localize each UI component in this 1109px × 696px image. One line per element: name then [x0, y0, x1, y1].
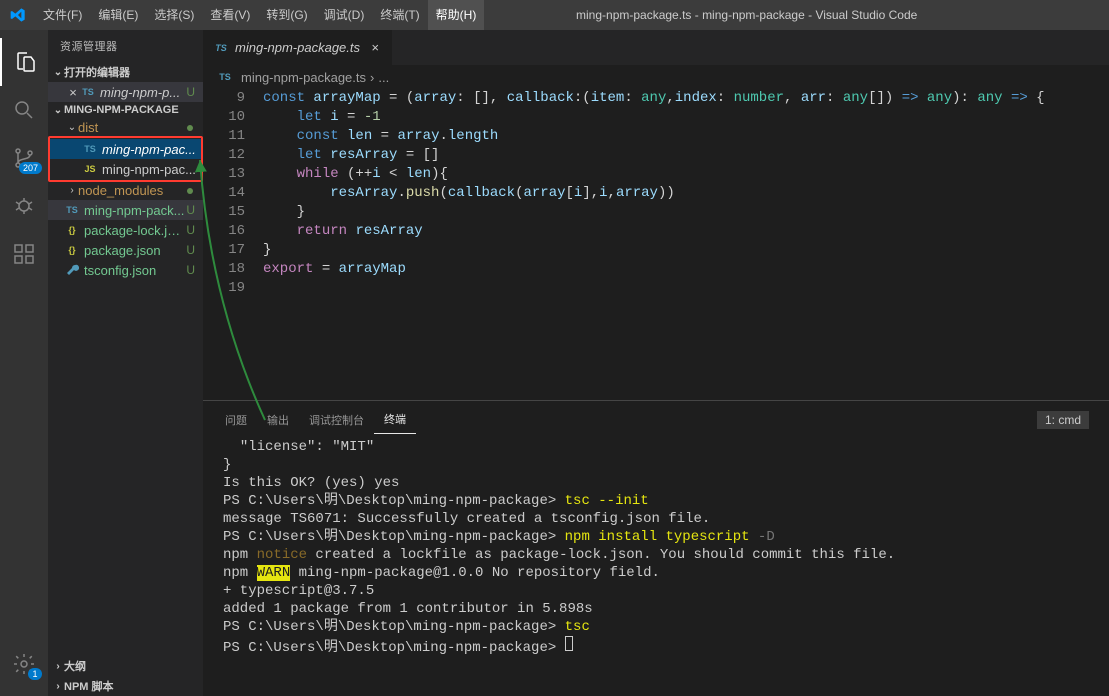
bottom-panel: 问题 输出 调试控制台 终端 1: cmd "license": "MIT"}I…: [203, 400, 1109, 696]
main-area: 207 1 资源管理器 ⌄ 打开的编辑器 × TS ming-npm-p... …: [0, 30, 1109, 696]
panel-tab-debug-console[interactable]: 调试控制台: [299, 406, 374, 434]
window-title: ming-npm-package.ts - ming-npm-package -…: [484, 8, 1109, 22]
open-editor-file[interactable]: × TS ming-npm-p... U: [48, 82, 203, 102]
breadcrumb-tail: ...: [378, 70, 389, 85]
open-editor-filename: ming-npm-p...: [100, 85, 186, 100]
close-icon[interactable]: ×: [368, 40, 382, 55]
file-label: ming-npm-pac...: [102, 162, 197, 177]
file-label: ming-npm-pack...: [84, 203, 186, 218]
menu-selection[interactable]: 选择(S): [146, 0, 202, 30]
code-content[interactable]: const arrayMap = (array: [], callback:(i…: [263, 89, 1109, 400]
breadcrumb-file: ming-npm-package.ts: [241, 70, 366, 85]
chevron-down-icon: ⌄: [52, 105, 64, 116]
chevron-right-icon: ›: [52, 681, 64, 692]
project-name-label: MING-NPM-PACKAGE: [64, 104, 179, 116]
menu-terminal[interactable]: 终端(T): [372, 0, 427, 30]
terminal-selector[interactable]: 1: cmd: [1037, 411, 1089, 429]
javascript-file-icon: JS: [82, 161, 98, 177]
tab-ming-npm-package[interactable]: TS ming-npm-package.ts ×: [203, 30, 393, 65]
folder-node-modules[interactable]: › node_modules: [48, 181, 203, 200]
line-number-gutter: 910111213141516171819: [203, 89, 263, 400]
open-editors-label: 打开的编辑器: [64, 64, 130, 80]
vcs-dot-icon: [187, 188, 193, 194]
menu-debug[interactable]: 调试(D): [316, 0, 373, 30]
tab-filename: ming-npm-package.ts: [235, 40, 360, 55]
menu-edit[interactable]: 编辑(E): [90, 0, 146, 30]
breadcrumb[interactable]: TS ming-npm-package.ts › ...: [203, 65, 1109, 89]
activity-source-control[interactable]: 207: [0, 134, 48, 182]
file-label: package-lock.json: [84, 223, 186, 238]
file-tsconfig[interactable]: tsconfig.json U: [48, 260, 203, 280]
scm-badge: 207: [19, 162, 42, 174]
open-editors-header[interactable]: ⌄ 打开的编辑器: [48, 62, 203, 82]
file-label: ming-npm-pac...: [102, 142, 197, 157]
editor-tabs: TS ming-npm-package.ts ×: [203, 30, 1109, 65]
activity-extensions[interactable]: [0, 230, 48, 278]
file-package-lock[interactable]: {} package-lock.json U: [48, 220, 203, 240]
activity-search[interactable]: [0, 86, 48, 134]
typescript-file-icon: TS: [80, 84, 96, 100]
json-file-icon: {}: [64, 222, 80, 238]
menu-view[interactable]: 查看(V): [202, 0, 258, 30]
panel-tab-problems[interactable]: 问题: [215, 406, 257, 434]
menu-file[interactable]: 文件(F): [35, 0, 90, 30]
terminal-output[interactable]: "license": "MIT"}Is this OK? (yes) yesPS…: [203, 434, 1109, 696]
menu-help[interactable]: 帮助(H): [428, 0, 485, 30]
file-dist-js[interactable]: JS ming-npm-pac...: [50, 159, 201, 179]
extensions-icon: [12, 242, 36, 266]
menu-bar: 文件(F) 编辑(E) 选择(S) 查看(V) 转到(G) 调试(D) 终端(T…: [35, 0, 484, 30]
breadcrumb-sep: ›: [370, 70, 374, 85]
file-root-ts[interactable]: TS ming-npm-pack... U: [48, 200, 203, 220]
settings-badge: 1: [28, 668, 42, 680]
chevron-down-icon: ⌄: [52, 67, 64, 78]
folder-label: node_modules: [78, 183, 187, 198]
npm-scripts-label: NPM 脚本: [64, 678, 114, 694]
wrench-icon: [65, 263, 79, 277]
chevron-down-icon: ⌄: [66, 122, 78, 133]
outline-header[interactable]: › 大纲: [48, 656, 203, 676]
close-icon[interactable]: ×: [66, 85, 80, 100]
explorer-sidebar: 资源管理器 ⌄ 打开的编辑器 × TS ming-npm-p... U ⌄ MI…: [48, 30, 203, 696]
panel-tab-output[interactable]: 输出: [257, 406, 299, 434]
vcs-status: U: [186, 203, 199, 217]
file-label: tsconfig.json: [84, 263, 186, 278]
vcs-status: U: [186, 263, 199, 277]
bug-icon: [12, 194, 36, 218]
typescript-file-icon: TS: [82, 141, 98, 157]
typescript-file-icon: TS: [213, 40, 229, 56]
activity-explorer[interactable]: [0, 38, 48, 86]
activity-settings[interactable]: 1: [0, 640, 48, 688]
menu-go[interactable]: 转到(G): [258, 0, 315, 30]
folder-label: dist: [78, 120, 187, 135]
file-package-json[interactable]: {} package.json U: [48, 240, 203, 260]
title-bar: 文件(F) 编辑(E) 选择(S) 查看(V) 转到(G) 调试(D) 终端(T…: [0, 0, 1109, 30]
json-file-icon: [64, 262, 80, 278]
panel-tab-terminal[interactable]: 终端: [374, 405, 416, 434]
panel-tabs: 问题 输出 调试控制台 终端 1: cmd: [203, 401, 1109, 434]
typescript-file-icon: TS: [217, 69, 233, 85]
activity-debug[interactable]: [0, 182, 48, 230]
files-icon: [13, 50, 37, 74]
annotation-highlight-box: TS ming-npm-pac... JS ming-npm-pac...: [48, 136, 203, 182]
vscode-logo-icon: [0, 7, 35, 23]
typescript-file-icon: TS: [64, 202, 80, 218]
explorer-title: 资源管理器: [48, 30, 203, 62]
vcs-dot-icon: [187, 125, 193, 131]
project-header[interactable]: ⌄ MING-NPM-PACKAGE: [48, 102, 203, 118]
file-label: package.json: [84, 243, 186, 258]
json-file-icon: {}: [64, 242, 80, 258]
npm-scripts-header[interactable]: › NPM 脚本: [48, 676, 203, 696]
outline-label: 大纲: [64, 658, 86, 674]
chevron-right-icon: ›: [66, 185, 78, 196]
editor-group: TS ming-npm-package.ts × TS ming-npm-pac…: [203, 30, 1109, 696]
vcs-status: U: [186, 243, 199, 257]
file-dist-ts[interactable]: TS ming-npm-pac...: [50, 139, 201, 159]
search-icon: [12, 98, 36, 122]
vcs-status: U: [186, 223, 199, 237]
code-editor[interactable]: 910111213141516171819 const arrayMap = (…: [203, 89, 1109, 400]
vcs-status: U: [186, 85, 199, 99]
activity-bar: 207 1: [0, 30, 48, 696]
folder-dist[interactable]: ⌄ dist: [48, 118, 203, 137]
chevron-right-icon: ›: [52, 661, 64, 672]
